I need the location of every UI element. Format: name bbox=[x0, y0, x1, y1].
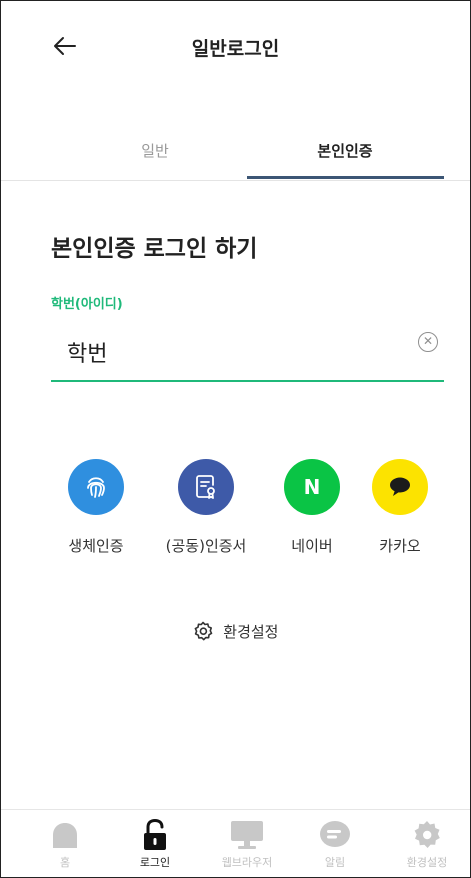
kakao-login-button[interactable]: 카카오 bbox=[345, 459, 455, 556]
kakao-label: 카카오 bbox=[379, 537, 421, 555]
tab-identity-verification[interactable]: 본인인증 bbox=[247, 131, 443, 179]
unlock-icon bbox=[113, 818, 197, 852]
nav-web-browser-label: 웹브라우저 bbox=[221, 856, 273, 869]
nav-login[interactable]: 로그인 bbox=[113, 818, 197, 870]
gear-icon bbox=[385, 818, 469, 852]
certificate-login-button[interactable]: (공동)인증서 bbox=[151, 459, 261, 556]
nav-home-label: 홈 bbox=[59, 856, 71, 869]
student-id-input[interactable]: 학번 ✕ bbox=[51, 328, 444, 382]
nav-settings-label: 환경설정 bbox=[406, 856, 448, 869]
biometric-label: 생체인증 bbox=[68, 537, 124, 555]
header: 일반로그인 bbox=[1, 1, 470, 93]
tab-general[interactable]: 일반 bbox=[57, 131, 253, 179]
student-id-value: 학번 bbox=[67, 342, 108, 367]
nav-web-browser[interactable]: 웹브라우저 bbox=[205, 818, 289, 870]
nav-notifications-label: 알림 bbox=[324, 856, 346, 869]
fingerprint-icon bbox=[68, 459, 124, 515]
gear-icon bbox=[193, 621, 213, 645]
app-screen: 일반로그인 일반 본인인증 본인인증 로그인 하기 학번(아이디) 학번 ✕ 생… bbox=[0, 0, 471, 878]
certificate-label: (공동)인증서 bbox=[165, 537, 247, 555]
home-icon bbox=[23, 818, 107, 852]
nav-home[interactable]: 홈 bbox=[23, 818, 107, 870]
clear-circle-icon[interactable]: ✕ bbox=[418, 332, 438, 352]
section-title: 본인인증 로그인 하기 bbox=[51, 236, 258, 262]
settings-link[interactable]: 환경설정 bbox=[1, 621, 470, 645]
monitor-icon bbox=[205, 818, 289, 852]
certificate-icon bbox=[178, 459, 234, 515]
settings-link-label: 환경설정 bbox=[223, 623, 279, 641]
chat-bubble-icon bbox=[293, 818, 377, 852]
kakao-icon bbox=[372, 459, 428, 515]
page-title: 일반로그인 bbox=[191, 38, 280, 60]
active-tab-indicator bbox=[247, 176, 444, 179]
bottom-nav: 홈 로그인 웹브라우저 알림 환경설정 bbox=[1, 809, 470, 877]
biometric-login-button[interactable]: 생체인증 bbox=[41, 459, 151, 556]
login-tabs: 일반 본인인증 bbox=[1, 131, 470, 181]
student-id-label: 학번(아이디) bbox=[51, 297, 123, 312]
nav-login-label: 로그인 bbox=[139, 856, 171, 869]
nav-settings[interactable]: 환경설정 bbox=[385, 818, 469, 870]
nav-notifications[interactable]: 알림 bbox=[293, 818, 377, 870]
naver-icon: N bbox=[284, 459, 340, 515]
